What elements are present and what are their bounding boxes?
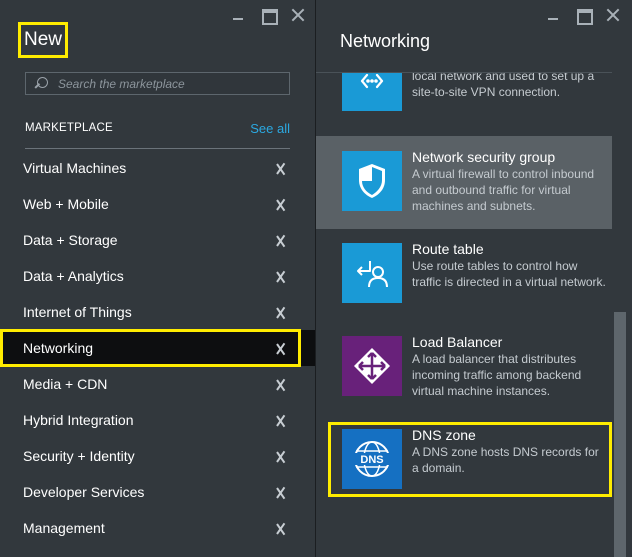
item-description: A virtual firewall to control inbound an… bbox=[412, 167, 595, 213]
list-item-network-security-group[interactable]: Network security group A virtual firewal… bbox=[316, 136, 612, 229]
category-label: Web + Mobile bbox=[23, 196, 109, 212]
chevron-right-icon bbox=[276, 411, 288, 429]
category-label: Security + Identity bbox=[23, 448, 135, 464]
item-title: Route table bbox=[412, 241, 484, 257]
list-item-load-balancer[interactable]: Load Balancer A load balancer that distr… bbox=[316, 322, 612, 415]
minimize-icon[interactable] bbox=[229, 6, 247, 24]
category-data-storage[interactable]: Data + Storage bbox=[0, 222, 315, 258]
category-data-analytics[interactable]: Data + Analytics bbox=[0, 258, 315, 294]
chevron-right-icon bbox=[276, 231, 288, 249]
category-label: Hybrid Integration bbox=[23, 412, 134, 428]
chevron-right-icon bbox=[276, 303, 288, 321]
category-media-cdn[interactable]: Media + CDN bbox=[0, 366, 315, 402]
category-security-identity[interactable]: Security + Identity bbox=[0, 438, 315, 474]
marketplace-search-box[interactable] bbox=[25, 72, 290, 95]
chevron-right-icon bbox=[276, 159, 288, 177]
item-description: Use route tables to control how traffic … bbox=[412, 259, 606, 289]
shield-icon bbox=[342, 151, 402, 211]
category-label: Management bbox=[23, 520, 105, 536]
item-title: Load Balancer bbox=[412, 334, 503, 350]
list-item-local-network-gateway[interactable]: Represents the VPN device in your local … bbox=[316, 72, 612, 125]
category-networking[interactable]: Networking bbox=[0, 330, 315, 366]
category-web-mobile[interactable]: Web + Mobile bbox=[0, 186, 315, 222]
category-hybrid-integration[interactable]: Hybrid Integration bbox=[0, 402, 315, 438]
category-label: Data + Analytics bbox=[23, 268, 124, 284]
item-title: Network security group bbox=[412, 149, 556, 165]
vpn-device-icon bbox=[342, 73, 402, 111]
category-label: Networking bbox=[23, 340, 94, 356]
list-item-dns-zone[interactable]: DNS DNS zone A DNS zone hosts DNS record… bbox=[316, 415, 612, 508]
category-label: Data + Storage bbox=[23, 232, 118, 248]
item-description: A load balancer that distributes incomin… bbox=[412, 352, 582, 398]
networking-resource-list: Represents the VPN device in your local … bbox=[316, 72, 612, 557]
chevron-right-icon bbox=[276, 375, 288, 393]
see-all-link[interactable]: See all bbox=[250, 121, 290, 136]
list-scrollbar[interactable] bbox=[614, 312, 626, 557]
chevron-right-icon bbox=[276, 519, 288, 537]
load-balancer-icon bbox=[342, 336, 402, 396]
chevron-right-icon bbox=[276, 195, 288, 213]
chevron-right-icon bbox=[276, 483, 288, 501]
category-management[interactable]: Management bbox=[0, 510, 315, 546]
category-internet-of-things[interactable]: Internet of Things bbox=[0, 294, 315, 330]
item-title: DNS zone bbox=[412, 427, 476, 443]
category-label: Media + CDN bbox=[23, 376, 108, 392]
minimize-icon[interactable] bbox=[544, 6, 562, 24]
chevron-right-icon bbox=[276, 447, 288, 465]
item-description: Represents the VPN device in your local … bbox=[412, 72, 595, 99]
new-blade: New MARKETPLACE See all Virtual Machines… bbox=[0, 0, 315, 557]
dns-globe-icon: DNS bbox=[342, 429, 402, 489]
maximize-icon[interactable] bbox=[574, 6, 593, 25]
blade-title-networking: Networking bbox=[340, 31, 431, 51]
right-window-controls bbox=[544, 6, 622, 25]
close-icon[interactable] bbox=[289, 6, 307, 24]
category-label: Developer Services bbox=[23, 484, 145, 500]
chevron-right-icon bbox=[276, 339, 288, 357]
list-item-route-table[interactable]: Route table Use route tables to control … bbox=[316, 229, 612, 322]
left-window-controls bbox=[229, 6, 307, 25]
item-description: A DNS zone hosts DNS records for a domai… bbox=[412, 445, 599, 475]
marketplace-category-list: Virtual Machines Web + Mobile Data + Sto… bbox=[0, 150, 315, 546]
category-label: Internet of Things bbox=[23, 304, 132, 320]
chevron-right-icon bbox=[276, 267, 288, 285]
section-divider bbox=[25, 148, 290, 149]
maximize-icon[interactable] bbox=[259, 6, 278, 25]
marketplace-section-label: MARKETPLACE bbox=[25, 122, 113, 134]
networking-blade: Networking Represents the VPN device in … bbox=[316, 0, 632, 557]
svg-text:DNS: DNS bbox=[360, 454, 383, 466]
marketplace-search-input[interactable] bbox=[48, 73, 289, 94]
close-icon[interactable] bbox=[604, 6, 622, 24]
category-virtual-machines[interactable]: Virtual Machines bbox=[0, 150, 315, 186]
route-table-icon bbox=[342, 243, 402, 303]
category-label: Virtual Machines bbox=[23, 160, 127, 176]
category-developer-services[interactable]: Developer Services bbox=[0, 474, 315, 510]
search-icon bbox=[34, 76, 48, 91]
blade-title-new: New bbox=[18, 22, 68, 58]
